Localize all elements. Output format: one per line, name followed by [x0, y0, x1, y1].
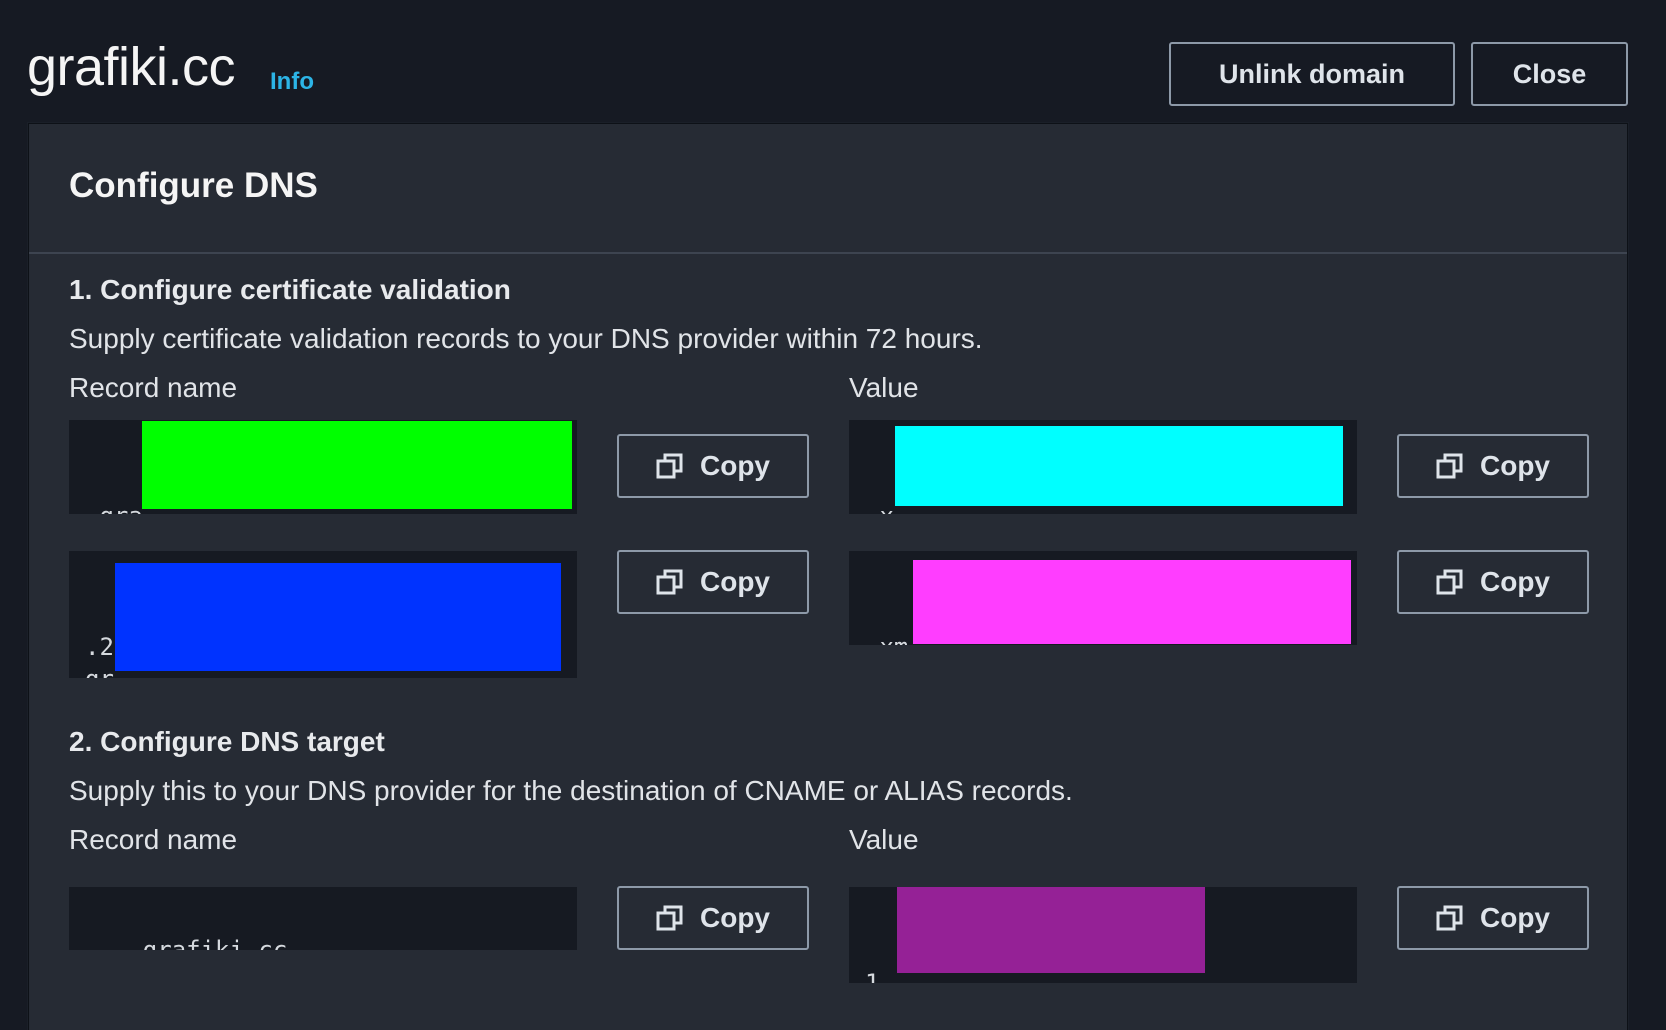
copy-label: Copy [1480, 566, 1550, 597]
cert-value-2: _d7 .xm [849, 551, 1357, 645]
copy-cert-record-name-2-button[interactable]: Copy [617, 550, 809, 614]
value-label: Value [849, 824, 919, 855]
panel-title: Configure DNS [69, 166, 318, 205]
page-title: grafiki.cc [27, 37, 236, 97]
dns-target-record-name-text: grafiki.cc [142, 936, 288, 950]
dns-target-title: 2. Configure DNS target [69, 726, 385, 757]
cert-validation-description: Supply certificate validation records to… [69, 323, 983, 354]
copy-dns-target-record-name-button[interactable]: Copy [617, 886, 809, 950]
copy-cert-record-name-1-button[interactable]: Copy [617, 434, 809, 498]
copy-label: Copy [700, 450, 770, 481]
cert-record-name-1: _a16 .gra [69, 420, 577, 514]
copy-label: Copy [700, 902, 770, 933]
configure-dns-panel: Configure DNS 1. Configure certificate v… [28, 123, 1628, 1030]
redacted-block [142, 421, 572, 509]
panel-header: Configure DNS [29, 124, 1627, 254]
cert-validation-title: 1. Configure certificate validation [69, 274, 511, 305]
copy-icon [656, 905, 683, 931]
copy-cert-value-1-button[interactable]: Copy [1397, 434, 1589, 498]
redacted-block [895, 426, 1343, 506]
copy-icon [656, 569, 683, 595]
copy-dns-target-value-button[interactable]: Copy [1397, 886, 1589, 950]
cert-value-1: _4 .x [849, 420, 1357, 514]
value-label: Value [849, 372, 919, 403]
copy-icon [656, 453, 683, 479]
info-link[interactable]: Info [270, 68, 314, 96]
unlink-domain-button[interactable]: Unlink domain [1169, 42, 1455, 106]
copy-label: Copy [1480, 902, 1550, 933]
record-name-label: Record name [69, 372, 238, 403]
close-button[interactable]: Close [1471, 42, 1628, 106]
copy-icon [1436, 453, 1463, 479]
cert-record-name-2: _3 .2 gr [69, 551, 577, 678]
copy-icon [1436, 905, 1463, 931]
redacted-block [913, 560, 1351, 644]
dns-target-description: Supply this to your DNS provider for the… [69, 775, 1073, 806]
dns-target-value: 3y 1. [849, 887, 1357, 983]
copy-label: Copy [1480, 450, 1550, 481]
record-name-label: Record name [69, 824, 238, 855]
copy-cert-value-2-button[interactable]: Copy [1397, 550, 1589, 614]
redacted-block [897, 887, 1205, 973]
dns-target-record-name: grafiki.cc [69, 887, 577, 950]
copy-icon [1436, 569, 1463, 595]
redacted-block [115, 563, 561, 671]
copy-label: Copy [700, 566, 770, 597]
